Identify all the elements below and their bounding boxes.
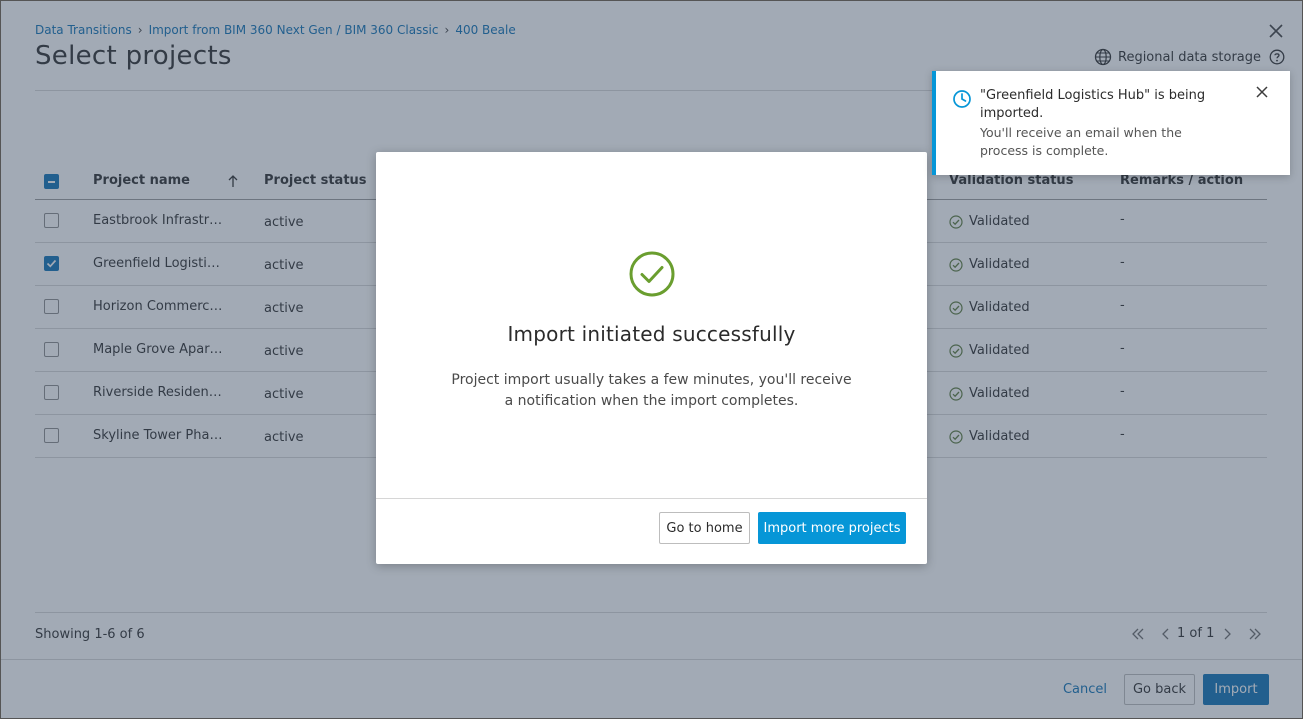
dialog-divider xyxy=(376,498,927,499)
import-more-projects-button[interactable]: Import more projects xyxy=(758,512,906,544)
success-check-icon xyxy=(629,251,675,297)
go-to-home-button[interactable]: Go to home xyxy=(659,512,750,544)
app-window: Data Transitions › Import from BIM 360 N… xyxy=(0,0,1303,719)
toast-message: You'll receive an email when the process… xyxy=(980,125,1182,158)
dialog-title: Import initiated successfully xyxy=(507,322,796,346)
close-icon[interactable] xyxy=(1254,84,1270,100)
dialog-message: Project import usually takes a few minut… xyxy=(451,372,852,409)
import-success-dialog: Import initiated successfully Project im… xyxy=(376,152,927,564)
clock-icon xyxy=(953,90,971,108)
toast-title: "Greenfield Logistics Hub" is being impo… xyxy=(980,88,1206,121)
import-notification-toast: "Greenfield Logistics Hub" is being impo… xyxy=(932,71,1290,175)
